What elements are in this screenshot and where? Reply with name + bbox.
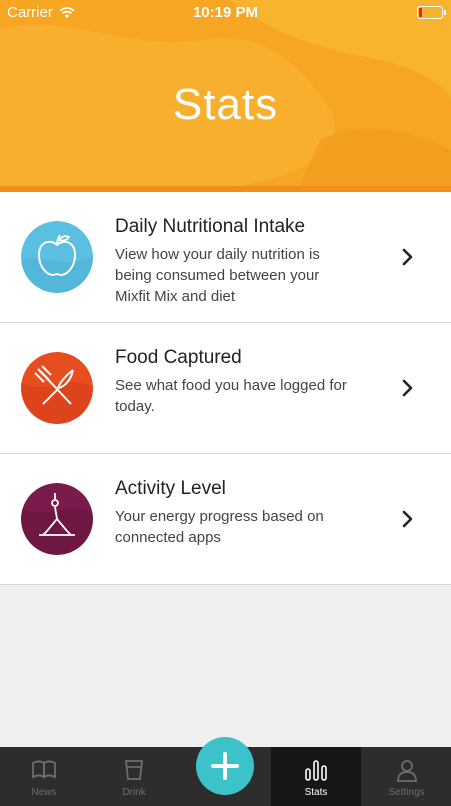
yoga-pose-icon <box>21 483 93 555</box>
item-description: See what food you have logged for today. <box>115 377 347 415</box>
tab-label: Drink <box>122 787 146 798</box>
item-title: Activity Level <box>115 478 226 499</box>
item-title: Daily Nutritional Intake <box>115 216 306 237</box>
clock: 10:19 PM <box>192 4 259 21</box>
tab-label: Stats <box>304 787 328 798</box>
status-bar: Carrier 10:19 PM <box>0 0 451 24</box>
battery-icon <box>417 6 446 19</box>
tab-news[interactable]: News <box>0 747 88 806</box>
apple-icon <box>21 221 93 293</box>
bar-chart-icon <box>305 760 327 781</box>
page-title: Stats <box>172 80 279 129</box>
book-icon <box>32 760 56 779</box>
fork-knife-icon <box>21 352 93 424</box>
list-item-nutritional-intake[interactable]: Daily Nutritional Intake View how your d… <box>0 192 451 323</box>
tab-drink[interactable]: Drink <box>90 747 178 806</box>
item-title: Food Captured <box>115 347 242 368</box>
cup-icon <box>124 760 144 780</box>
tab-stats[interactable]: Stats <box>271 747 361 806</box>
list-item-activity-level[interactable]: Activity Level Your energy progress base… <box>0 454 451 585</box>
add-button[interactable] <box>196 737 254 795</box>
tab-settings[interactable]: Settings <box>362 747 451 806</box>
person-icon <box>396 760 417 782</box>
chevron-right-icon <box>402 510 413 528</box>
item-description: View how your daily nutrition is being c… <box>115 246 320 305</box>
stats-list: Daily Nutritional Intake View how your d… <box>0 192 451 585</box>
header: Carrier 10:19 PM Stats <box>0 0 451 192</box>
plus-icon <box>211 752 239 780</box>
list-item-food-captured[interactable]: Food Captured See what food you have log… <box>0 323 451 454</box>
chevron-right-icon <box>402 379 413 397</box>
chevron-right-icon <box>402 248 413 266</box>
item-description: Your energy progress based on connected … <box>115 508 324 546</box>
tab-label: Settings <box>388 787 425 798</box>
tab-label: News <box>31 787 57 798</box>
